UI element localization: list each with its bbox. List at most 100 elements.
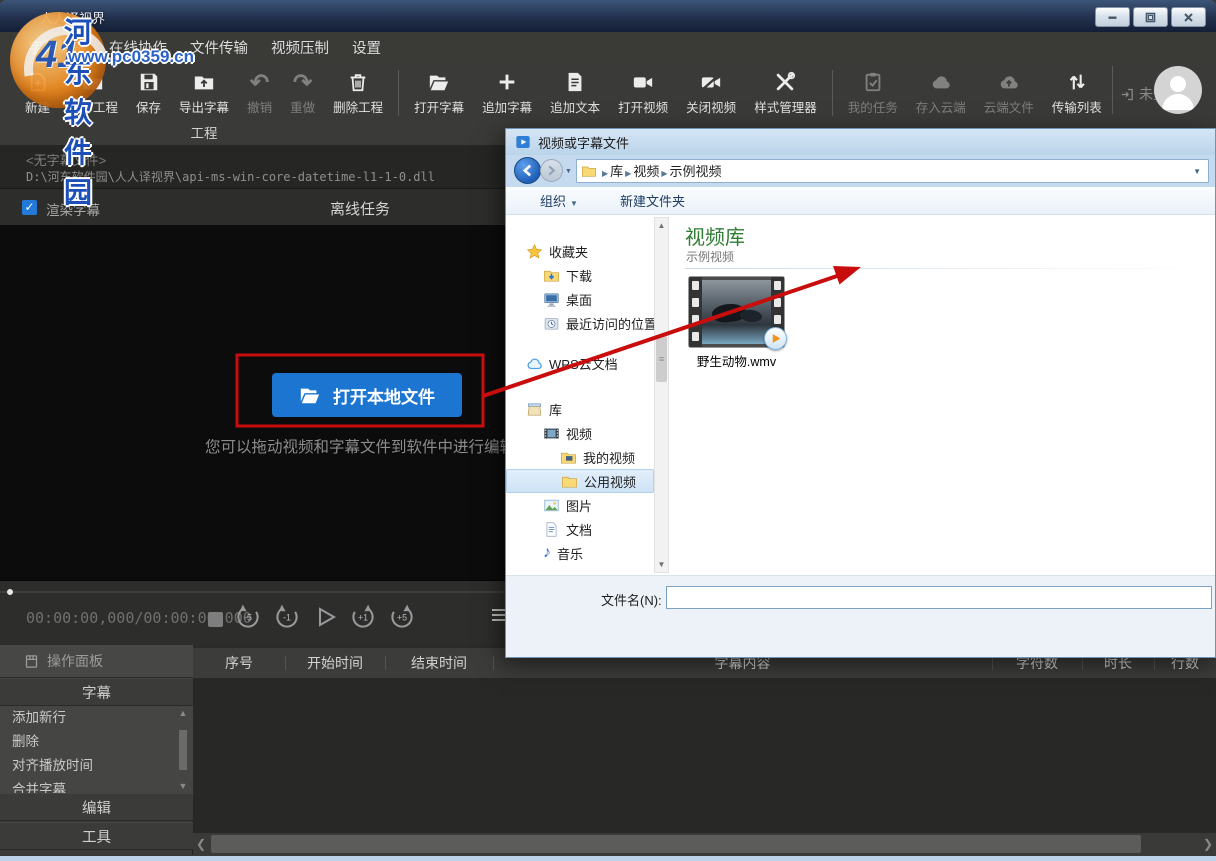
play-icon[interactable] (312, 604, 338, 635)
transfer-list-icon (1066, 70, 1088, 94)
toolbar-button-doc-text[interactable]: 追加文本 (541, 68, 609, 118)
cloud-icon (526, 355, 543, 372)
sidebar-item-documents[interactable]: 文档 (506, 517, 654, 541)
toolbar-button-floppy[interactable]: 保存 (127, 68, 170, 118)
sidebar-scroll-down-icon[interactable]: ▼ (655, 557, 668, 572)
menu-item-4[interactable]: 视频压制 (271, 37, 329, 58)
toolbar-button-video-cam-off[interactable]: 关闭视频 (677, 68, 745, 118)
section-subtitle[interactable]: 字幕 (0, 678, 193, 706)
seek--1-icon[interactable]: -1 (273, 603, 301, 636)
operation-panel-title: 操作面板 (47, 651, 103, 671)
offline-task-label: 离线任务 (330, 198, 390, 219)
breadcrumb-segment[interactable]: 示例视频 (668, 164, 724, 179)
stop-icon[interactable] (208, 612, 223, 627)
horizontal-scrollbar[interactable]: ❮ ❯ (193, 833, 1216, 855)
close-button[interactable] (1171, 7, 1206, 27)
toolbar-button-folder-open[interactable]: 打开字幕 (405, 68, 473, 118)
toolbar-button-style-manager[interactable]: 样式管理器 (745, 68, 826, 118)
sidebar-scroll-up-icon[interactable]: ▲ (655, 218, 668, 233)
sidebar-item-desktop[interactable]: 桌面 (506, 287, 654, 311)
op-scroll-thumb[interactable] (179, 730, 187, 770)
column-header-1[interactable]: 序号 (193, 648, 285, 678)
open-file-dialog: 视频或字幕文件 ▼ ▶库▶视频▶示例视频 ▼ 组织▼ 新建文件夹 收藏夹下载桌面… (505, 128, 1216, 658)
sidebar-item-folder-video[interactable]: 我的视频 (506, 445, 654, 469)
doc-text-icon (564, 70, 586, 94)
toolbar-button-plus[interactable]: 追加字幕 (473, 68, 541, 118)
seek-handle[interactable] (7, 589, 13, 595)
menu-item-5[interactable]: 设置 (352, 37, 381, 58)
breadcrumb-segment[interactable]: 库 (608, 164, 625, 179)
play-overlay-icon[interactable] (764, 327, 787, 350)
scroll-left-icon[interactable]: ❮ (193, 833, 209, 855)
sidebar-item-libraries[interactable]: 库 (506, 397, 654, 421)
pictures-icon (543, 497, 560, 514)
dialog-title-bar[interactable]: 视频或字幕文件 (506, 129, 1215, 155)
toolbar-button-file-new[interactable]: 新建 (16, 68, 59, 118)
seek-+5-icon[interactable]: +5 (388, 603, 416, 636)
sidebar-item-pictures[interactable]: 图片 (506, 493, 654, 517)
breadcrumb-separator-icon: ▶ (661, 169, 667, 178)
toolbar: 新建打开工程保存导出字幕↶撤销↷重做删除工程打开字幕追加字幕追加文本打开视频关闭… (0, 62, 1216, 122)
sidebar-item-folder-plain[interactable]: 公用视频 (506, 469, 654, 493)
breadcrumb[interactable]: ▶库▶视频▶示例视频 ▼ (576, 159, 1209, 183)
toolbar-button-trash[interactable]: 删除工程 (324, 68, 392, 118)
sidebar-item-star[interactable]: 收藏夹 (506, 239, 654, 263)
library-subtitle: 示例视频 (686, 248, 734, 265)
menu-item-1[interactable]: 字幕编辑 (28, 37, 86, 58)
nav-history-dropdown-icon[interactable]: ▼ (565, 168, 572, 175)
organize-button[interactable]: 组织▼ (540, 191, 578, 210)
scroll-up-icon[interactable]: ▲ (177, 708, 189, 718)
video-cam-icon (632, 70, 654, 94)
sidebar-item-folder-download[interactable]: 下载 (506, 263, 654, 287)
subtitle-table-body[interactable] (193, 678, 1216, 833)
operation-panel-header[interactable]: 操作面板 (0, 645, 193, 678)
toolbar-separator (832, 70, 833, 116)
section-edit[interactable]: 编辑 (0, 793, 193, 821)
seek-+1-icon[interactable]: +1 (349, 603, 377, 636)
sidebar-item-cloud[interactable]: WPS云文档 (506, 351, 654, 375)
column-header-2[interactable]: 开始时间 (285, 648, 385, 678)
menu-item-3[interactable]: 文件传输 (190, 37, 248, 58)
op-scrollbar[interactable]: ▲ ▼ (177, 708, 189, 791)
back-button[interactable] (514, 157, 541, 184)
clipboard-check-icon (862, 70, 884, 94)
column-header-3[interactable]: 结束时间 (385, 648, 493, 678)
scroll-right-icon[interactable]: ❯ (1200, 833, 1216, 855)
toolbar-button-transfer-list[interactable]: 传输列表 (1043, 68, 1111, 118)
folder-icon (581, 163, 597, 179)
hscroll-thumb[interactable] (211, 835, 1141, 853)
sidebar-item-film[interactable]: 视频 (506, 421, 654, 445)
op-item[interactable]: 对齐播放时间 (0, 754, 193, 778)
render-subtitle-checkbox[interactable]: ✓ (22, 200, 37, 215)
new-folder-button[interactable]: 新建文件夹 (620, 191, 685, 210)
folder-video-icon (560, 449, 577, 466)
section-tools[interactable]: 工具 (0, 822, 193, 850)
player-controls: -5 -1 +1 +5 (208, 603, 416, 635)
toolbar-button-video-cam[interactable]: 打开视频 (609, 68, 677, 118)
maximize-button[interactable] (1133, 7, 1168, 27)
scroll-down-icon[interactable]: ▼ (177, 781, 189, 791)
forward-button[interactable] (540, 159, 563, 182)
toolbar-button-folder-project[interactable]: 打开工程 (59, 68, 127, 118)
file-item[interactable]: 野生动物.wmv (689, 277, 784, 370)
sidebar-item-recent[interactable]: 最近访问的位置 (506, 311, 654, 335)
sidebar-item-music[interactable]: ♪音乐 (506, 541, 654, 565)
toolbar-button-folder-export[interactable]: 导出字幕 (170, 68, 238, 118)
filename-input[interactable] (666, 586, 1212, 609)
sidebar-scroll-thumb[interactable] (656, 336, 667, 382)
seek--5-icon[interactable]: -5 (234, 603, 262, 636)
panel-icon (24, 654, 39, 669)
breadcrumb-segment[interactable]: 视频 (631, 164, 661, 179)
sidebar-scrollbar[interactable]: ▲ ▼ (654, 217, 669, 573)
breadcrumb-dropdown-icon[interactable]: ▼ (1193, 167, 1201, 176)
player-menu-icon[interactable] (492, 609, 506, 621)
open-local-file-button[interactable]: 打开本地文件 (272, 373, 462, 417)
op-item[interactable]: 删除 (0, 730, 193, 754)
menu-item-2[interactable]: 在线协作 (109, 37, 167, 58)
seek-track[interactable] (0, 591, 505, 593)
minimize-button[interactable] (1095, 7, 1130, 27)
op-item[interactable]: 添加新行 (0, 706, 193, 730)
op-item[interactable]: 合并字幕 (0, 778, 193, 793)
avatar[interactable] (1154, 66, 1202, 114)
minimize-icon (1107, 12, 1118, 23)
